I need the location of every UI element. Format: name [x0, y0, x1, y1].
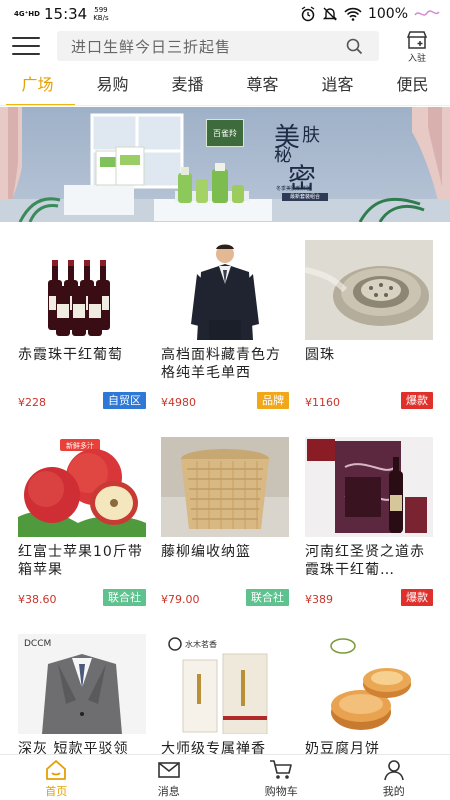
- search-bar-row: 进口生鲜今日三折起售 入驻: [0, 28, 450, 66]
- product-tag: 爆款: [401, 392, 433, 409]
- search-placeholder: 进口生鲜今日三折起售: [71, 37, 232, 56]
- status-decoration-icon: [414, 10, 440, 16]
- nav-messages-label: 消息: [157, 785, 180, 798]
- product-name: 圆珠: [305, 347, 335, 363]
- product-price: ¥389: [305, 593, 333, 606]
- product-image: [305, 634, 433, 734]
- product-price: ¥1160: [305, 396, 340, 409]
- suit-brand-text: DCCM: [24, 639, 51, 649]
- product-image: DCCM: [18, 634, 146, 734]
- join-label: 入驻: [407, 54, 426, 64]
- search-input[interactable]: 进口生鲜今日三折起售: [57, 31, 379, 61]
- product-price: ¥79.00: [161, 593, 200, 606]
- product-tag: 自贸区: [103, 392, 146, 409]
- alarm-icon: [301, 6, 315, 22]
- product-image: 新鲜多汁: [18, 437, 146, 537]
- tab-maibo[interactable]: 麦播: [150, 68, 225, 106]
- product-tag: 品牌: [257, 392, 289, 409]
- mute-icon: [322, 7, 338, 21]
- product-name: 河南红圣贤之道赤霞珠干红葡…: [305, 544, 425, 578]
- nav-cart[interactable]: 购物车: [225, 755, 338, 800]
- bottom-navigation: 首页 消息 购物车 我的: [0, 754, 450, 800]
- product-price: ¥228: [18, 396, 46, 409]
- menu-button[interactable]: [12, 34, 40, 58]
- product-card[interactable]: 赤霞珠干红葡萄 ¥228 自贸区: [18, 240, 146, 420]
- product-tag: 联合社: [103, 589, 146, 606]
- network-indicator: 4G⁺HD: [14, 9, 40, 18]
- home-icon: [46, 760, 67, 780]
- network-speed: 599 KB/s: [93, 6, 109, 22]
- nav-home-label: 首页: [45, 785, 68, 798]
- product-price: ¥4980: [161, 396, 196, 409]
- product-card[interactable]: 河南红圣贤之道赤霞珠干红葡… ¥389 爆款: [305, 437, 433, 617]
- nav-profile-label: 我的: [382, 785, 405, 798]
- product-card[interactable]: 新鲜多汁 红富士苹果10斤带箱苹果 ¥38.60 联合社: [18, 437, 146, 617]
- product-card[interactable]: 圆珠 ¥1160 爆款: [305, 240, 433, 420]
- wifi-icon: [344, 7, 362, 21]
- product-image: 水木茗香: [161, 634, 289, 734]
- cart-icon: [270, 760, 293, 779]
- apple-badge-text: 新鲜多汁: [66, 441, 94, 450]
- product-card[interactable]: 高档面料藏青色方格纯羊毛单西 ¥4980 品牌: [161, 240, 289, 420]
- product-card[interactable]: 藤柳编收纳篮 ¥79.00 联合社: [161, 437, 289, 617]
- store-join-icon: [406, 31, 428, 49]
- tab-divider: [0, 105, 450, 106]
- product-image: [161, 437, 289, 537]
- nav-home[interactable]: 首页: [0, 755, 113, 800]
- product-tag: 联合社: [246, 589, 289, 606]
- user-icon: [383, 760, 404, 781]
- banner-headline: 肤: [302, 125, 320, 146]
- battery-level: 100%: [367, 6, 408, 22]
- product-name: 高档面料藏青色方格纯羊毛单西: [161, 347, 281, 381]
- banner-pill: 最新套装组合: [282, 193, 328, 201]
- tab-zunke[interactable]: 尊客: [225, 68, 300, 106]
- status-bar: 4G⁺HD 15:34 599 KB/s 100%: [0, 0, 450, 28]
- tab-xiaoke[interactable]: 逍客: [300, 68, 375, 106]
- category-tabs: 广场 易购 麦播 尊客 逍客 便民: [0, 68, 450, 106]
- menu-icon-line: [12, 45, 40, 47]
- tab-yigou[interactable]: 易购: [75, 68, 150, 106]
- product-image: [305, 240, 433, 340]
- product-image: [161, 240, 289, 340]
- menu-icon-line: [12, 53, 40, 55]
- search-icon[interactable]: [346, 38, 363, 55]
- product-name: 红富士苹果10斤带箱苹果: [18, 544, 143, 578]
- product-image: [18, 240, 146, 340]
- banner-brand-logo: 百雀羚: [206, 119, 244, 147]
- product-name: 藤柳编收纳篮: [161, 544, 251, 560]
- product-price: ¥38.60: [18, 593, 57, 606]
- tab-bianmin[interactable]: 便民: [375, 68, 450, 106]
- product-image: [305, 437, 433, 537]
- mail-icon: [157, 762, 180, 778]
- incense-brand-text: 水木茗香: [185, 639, 217, 649]
- status-time: 15:34: [43, 5, 88, 23]
- nav-messages[interactable]: 消息: [113, 755, 226, 800]
- product-tag: 爆款: [401, 589, 433, 606]
- nav-profile[interactable]: 我的: [338, 755, 450, 800]
- product-name: 赤霞珠干红葡萄: [18, 347, 123, 363]
- tab-guangchang[interactable]: 广场: [0, 68, 75, 106]
- promo-banner[interactable]: 百雀羚 美 肤 秘 密 冬季美肤新体验 最新套装组合: [0, 107, 450, 222]
- menu-icon-line: [12, 37, 40, 39]
- banner-subtitle: 冬季美肤新体验: [276, 186, 312, 192]
- join-button[interactable]: 入驻: [402, 30, 432, 64]
- nav-cart-label: 购物车: [264, 785, 298, 798]
